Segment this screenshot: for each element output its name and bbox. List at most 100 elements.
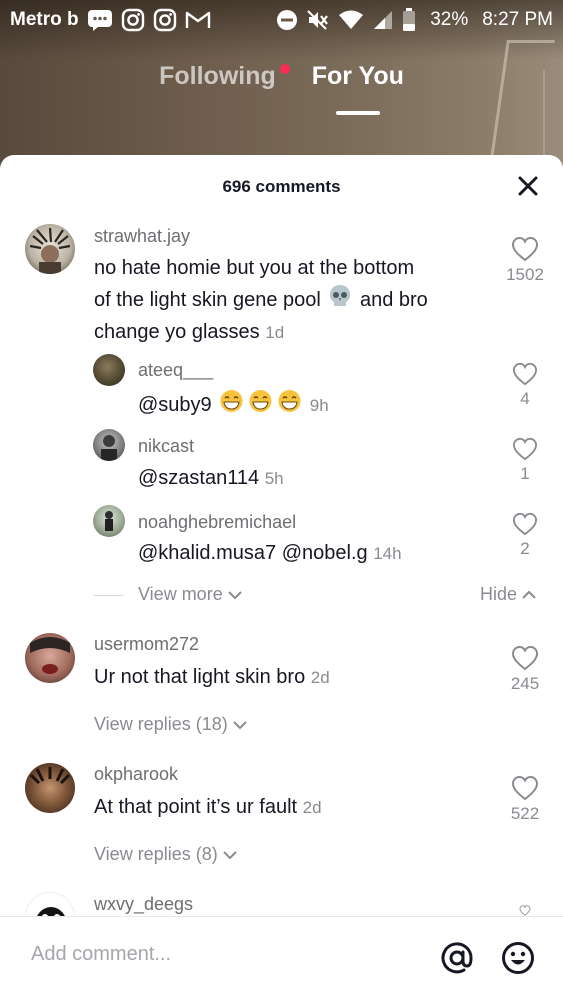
comment-timestamp: 2d [302,798,322,817]
view-replies-label: View replies (8) [94,844,218,864]
mention-button[interactable] [440,941,474,980]
comment-timestamp: 2d [310,668,330,687]
avatar[interactable] [25,224,75,274]
avatar[interactable] [25,763,75,813]
emoji-button[interactable] [501,941,535,980]
sheet-header: 696 comments [0,155,563,217]
battery-icon [402,8,416,32]
comments-count-title: 696 comments [222,177,341,196]
like-button[interactable]: 522 [495,775,555,824]
replies-divider [94,595,124,596]
feed-tabs: Following For You [0,62,563,91]
view-more-label: View more [138,584,223,604]
reply-text-body: @szastan114 [138,467,260,489]
like-count: 4 [520,389,530,408]
add-comment-bar: Add comment... [0,916,563,1000]
like-count: 1 [520,464,530,483]
reply-timestamp: 9h [309,395,329,415]
reply-text-body: @suby9 [138,393,212,416]
notification-dot [279,64,290,74]
hide-label: Hide [480,584,518,604]
like-count: 522 [510,804,540,823]
status-bar: Metro b 32% 8:27 PM [0,0,563,40]
signal-icon [372,10,394,30]
view-more-replies-button[interactable]: View more [138,584,243,605]
smiley-icon [502,942,534,974]
active-tab-indicator [336,111,380,115]
like-button[interactable]: 4 [495,362,555,409]
close-icon [518,176,538,196]
like-button[interactable]: 1502 [495,236,555,285]
like-button[interactable]: 2 [495,512,555,559]
clock: 8:27 PM [482,9,553,30]
avatar[interactable] [93,505,125,537]
comment-text-line-3: change yo glasses 1d [94,318,494,347]
chevron-down-icon [233,720,247,729]
comment-text-line-3a: change yo glasses [94,321,260,343]
add-comment-input[interactable]: Add comment... [31,943,171,966]
carrier-label: Metro b [10,9,79,30]
like-button[interactable]: 1 [495,437,555,484]
reply-text-body: @khalid.musa7 @nobel.g [138,542,368,564]
comment-username[interactable]: usermom272 [94,634,199,655]
view-replies-button[interactable]: View replies (8) [94,844,238,865]
heart-icon [512,362,538,386]
close-button[interactable] [515,173,541,199]
reply-text: @szastan114 5h [138,464,284,493]
at-sign-icon [441,942,473,974]
avatar[interactable] [93,354,125,386]
wifi-icon [338,10,364,30]
comment-username[interactable]: wxvy_deegs [94,894,193,915]
tab-following[interactable]: Following [141,62,294,91]
reply-text: @suby9 9h [138,389,329,422]
battery-percent: 32% [430,9,469,30]
gmail-icon [185,10,211,30]
status-bar-right: 32% 8:27 PM [276,8,553,32]
comment-text-line-2: of the light skin gene pool and bro [94,283,494,318]
comment-text-body: At that point it’s ur fault [94,796,298,818]
comment-username[interactable]: strawhat.jay [94,226,190,247]
comment-text-body: Ur not that light skin bro [94,666,306,688]
comment-timestamp: 1d [265,323,285,342]
reply-username[interactable]: ateeq___ [138,360,213,381]
message-icon [87,9,113,31]
like-button[interactable] [495,905,555,916]
comment-username[interactable]: okpharook [94,764,178,785]
reply-text: @khalid.musa7 @nobel.g 14h [138,539,402,568]
mute-icon [306,9,330,31]
avatar[interactable] [93,429,125,461]
heart-icon [511,645,539,671]
reply-timestamp: 5h [264,469,284,488]
grinning-emoji-icon [218,389,245,422]
reply-username[interactable]: nikcast [138,436,194,457]
instagram-icon [121,8,145,32]
chevron-up-icon [522,590,536,599]
like-button[interactable]: 245 [495,645,555,694]
tab-for-you[interactable]: For You [294,62,422,91]
grinning-emoji-icon [276,389,303,422]
skull-emoji-icon [327,283,353,318]
comment-text: Ur not that light skin bro 2d [94,663,330,692]
comment-text: no hate homie but you at the bottom of t… [94,254,494,347]
avatar[interactable] [25,633,75,683]
heart-icon [511,236,539,262]
tab-following-label: Following [159,62,276,90]
heart-icon [511,775,539,801]
grinning-emoji-icon [247,389,274,422]
like-count: 2 [520,539,530,558]
heart-icon [512,512,538,536]
heart-icon [519,905,531,916]
hide-replies-button[interactable]: Hide [480,584,537,605]
chevron-down-icon [223,850,237,859]
tab-for-you-label: For You [311,62,404,90]
like-count: 1502 [506,265,544,284]
reply-username[interactable]: noahghebremichael [138,512,296,533]
instagram-icon [153,8,177,32]
comment-text: At that point it’s ur fault 2d [94,793,322,822]
view-replies-label: View replies (18) [94,714,228,734]
heart-icon [512,437,538,461]
reply-timestamp: 14h [373,544,402,563]
comment-text-line-2a: of the light skin gene pool [94,288,321,311]
view-replies-button[interactable]: View replies (18) [94,714,248,735]
dnd-icon [276,9,298,31]
